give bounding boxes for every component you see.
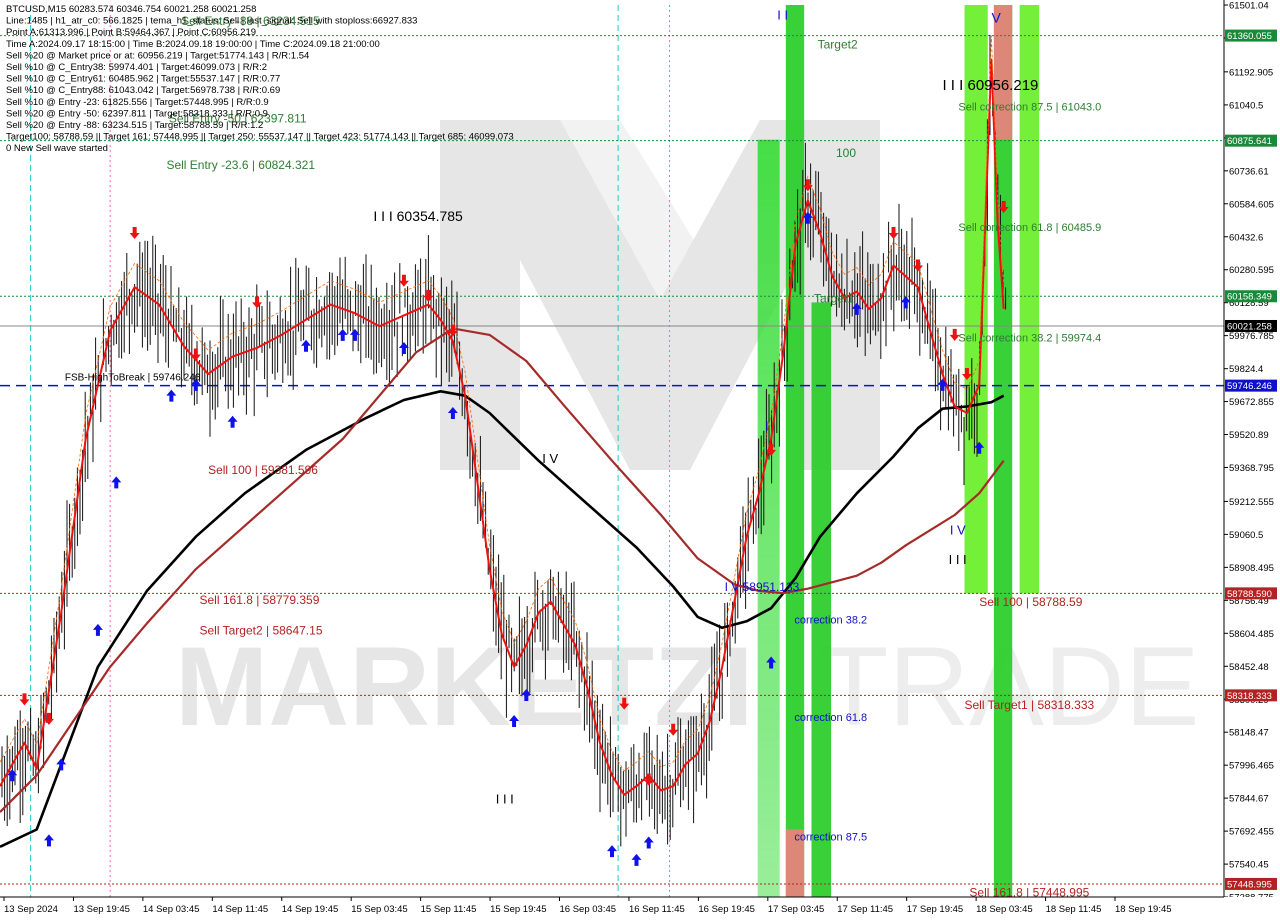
time-tick-label: 14 Sep 19:45 — [282, 904, 339, 915]
chart-container: MARKETZI TRADE Sell Entry -88 | 63234.51… — [0, 0, 1280, 920]
price-tick-label: 59520.89 — [1229, 430, 1269, 441]
price-tick-label: 59368.795 — [1229, 463, 1274, 474]
chart-annotation: V — [991, 10, 1001, 26]
price-tag-label: 60158.349 — [1227, 292, 1272, 303]
price-tick-label: 58908.495 — [1229, 563, 1274, 574]
chart-annotation: Sell Entry -23.6 | 60824.321 — [166, 158, 315, 172]
time-tick-label: 16 Sep 19:45 — [698, 904, 755, 915]
info-line: BTCUSD,M15 60283.574 60346.754 60021.258… — [6, 4, 256, 15]
price-axis: 61501.0461348.77561192.90561040.560888.1… — [1223, 0, 1280, 920]
price-tick-label: 61192.905 — [1229, 67, 1273, 78]
info-line: Sell %10 @ C_Entry61: 60485.962 | Target… — [6, 74, 280, 85]
chart-annotation: Sell correction 61.8 | 60485.9 — [958, 222, 1101, 234]
info-line: Sell %10 @ C_Entry88: 61043.042 | Target… — [6, 85, 280, 96]
info-line: Sell %10 @ C_Entry38: 59974.401 | Target… — [6, 62, 267, 73]
chart-annotation: Target1 — [814, 291, 854, 305]
chart-annotation: I V 58951.133 — [725, 580, 800, 594]
info-line: 0 New Sell wave started — [6, 143, 108, 154]
chart-annotation: I I I — [949, 552, 967, 567]
chart-annotation: Target2 — [818, 38, 858, 52]
info-line: Point A:61313.996 | Point B:59464.367 | … — [6, 27, 256, 38]
chart-annotation: Sell 100 | 58788.59 — [979, 595, 1083, 609]
time-tick-label: 18 Sep 19:45 — [1115, 904, 1172, 915]
price-tick-label: 57692.455 — [1229, 827, 1274, 838]
chart-annotation: I I I — [496, 791, 514, 806]
signal-band — [811, 302, 832, 898]
price-tag-label: 59746.246 — [1227, 381, 1272, 392]
svg-text:MARKETZI: MARKETZI — [175, 624, 754, 749]
price-tag-label: 57448.995 — [1227, 879, 1272, 890]
info-line: Sell %20 @ Market price or at: 60956.219… — [6, 50, 309, 61]
chart-annotation: correction 38.2 — [794, 614, 867, 626]
price-tick-label: 59824.4 — [1229, 364, 1263, 375]
chart-annotation: I V — [542, 451, 558, 466]
info-line: Target100: 58788.59 || Target 161: 57448… — [6, 132, 514, 143]
time-tick-label: 14 Sep 03:45 — [143, 904, 200, 915]
price-tick-label: 61501.04 — [1229, 1, 1269, 12]
time-tick-label: 15 Sep 11:45 — [421, 904, 477, 915]
price-tag-label: 61360.055 — [1227, 31, 1272, 42]
price-tick-label: 59060.5 — [1229, 530, 1263, 541]
price-tick-label: 58148.47 — [1229, 728, 1269, 739]
signal-band — [785, 5, 805, 898]
chart-annotation: 100 — [836, 146, 856, 160]
time-tick-label: 13 Sep 19:45 — [73, 904, 130, 915]
price-tick-label: 60584.605 — [1229, 199, 1274, 210]
price-tick-label: 61040.5 — [1229, 100, 1263, 111]
price-tick-label: 59976.785 — [1229, 331, 1274, 342]
chart-annotation: I I — [777, 7, 788, 22]
time-tick-label: 16 Sep 03:45 — [560, 904, 617, 915]
chart-annotation: correction 61.8 — [794, 712, 867, 724]
chart-annotation: I — [765, 418, 769, 433]
info-line: Line:1485 | h1_atr_c0: 566.1825 | tema_h… — [6, 16, 417, 27]
price-tick-label: 57540.45 — [1229, 860, 1269, 871]
time-tick-label: 17 Sep 11:45 — [837, 904, 893, 915]
chart-annotation: I I I 60956.219 — [942, 77, 1038, 94]
price-chart: MARKETZI TRADE Sell Entry -88 | 63234.51… — [0, 0, 1280, 920]
time-tick-label: 17 Sep 03:45 — [768, 904, 825, 915]
time-tick-label: 18 Sep 03:45 — [976, 904, 1033, 915]
chart-annotation: Sell correction 38.2 | 59974.4 — [958, 332, 1101, 344]
time-tick-label: 17 Sep 19:45 — [907, 904, 964, 915]
info-line: Sell %20 @ Entry -88: 63234.515 | Target… — [6, 120, 263, 131]
time-tick-label: 18 Sep 11:45 — [1046, 904, 1102, 915]
time-tick-label: 14 Sep 11:45 — [212, 904, 268, 915]
chart-annotation: Sell 100 | 59381.596 — [208, 463, 318, 477]
info-line: Sell %20 @ Entry -50: 62397.811 | Target… — [6, 108, 268, 119]
price-tick-label: 57844.67 — [1229, 794, 1269, 805]
chart-annotation: Sell Target1 | 58318.333 — [965, 698, 1095, 712]
chart-annotation: Sell correction 87.5 | 61043.0 — [958, 101, 1101, 113]
chart-annotation: correction 87.5 — [794, 831, 867, 843]
chart-annotation: I V — [950, 522, 966, 537]
price-tag-label: 60021.258 — [1227, 321, 1272, 332]
price-tick-label: 60432.6 — [1229, 232, 1263, 243]
price-tick-label: 59212.555 — [1229, 497, 1274, 508]
price-tick-label: 57996.465 — [1229, 761, 1274, 772]
time-tick-label: 13 Sep 2024 — [4, 904, 58, 915]
price-tick-label: 59672.855 — [1229, 397, 1274, 408]
price-tag-label: 58318.333 — [1227, 691, 1272, 702]
time-tick-label: 16 Sep 11:45 — [629, 904, 685, 915]
info-line: Time A:2024.09.17 18:15:00 | Time B:2024… — [6, 39, 380, 50]
price-tick-label: 60736.61 — [1229, 166, 1269, 177]
price-tick-label: 58604.485 — [1229, 629, 1274, 640]
chart-annotation: Sell 161.8 | 58779.359 — [200, 593, 320, 607]
time-tick-label: 15 Sep 19:45 — [490, 904, 547, 915]
info-line: Sell %10 @ Entry -23: 61825.556 | Target… — [6, 97, 269, 108]
price-tag-label: 60875.641 — [1227, 136, 1272, 147]
chart-annotation: Sell Target2 | 58647.15 — [200, 623, 323, 637]
time-axis: 13 Sep 2024 13 Sep 19:45 14 Sep 03:45 14 Se… — [0, 896, 1280, 920]
price-tick-label: 60280.595 — [1229, 265, 1274, 276]
price-tick-label: 58452.48 — [1229, 662, 1269, 673]
price-tag-label: 58788.590 — [1227, 589, 1272, 600]
time-tick-label: 15 Sep 03:45 — [351, 904, 408, 915]
chart-annotation: I I I 60354.785 — [373, 208, 463, 224]
chart-annotation: FSB-HighToBreak | 59746.246 — [65, 372, 201, 383]
